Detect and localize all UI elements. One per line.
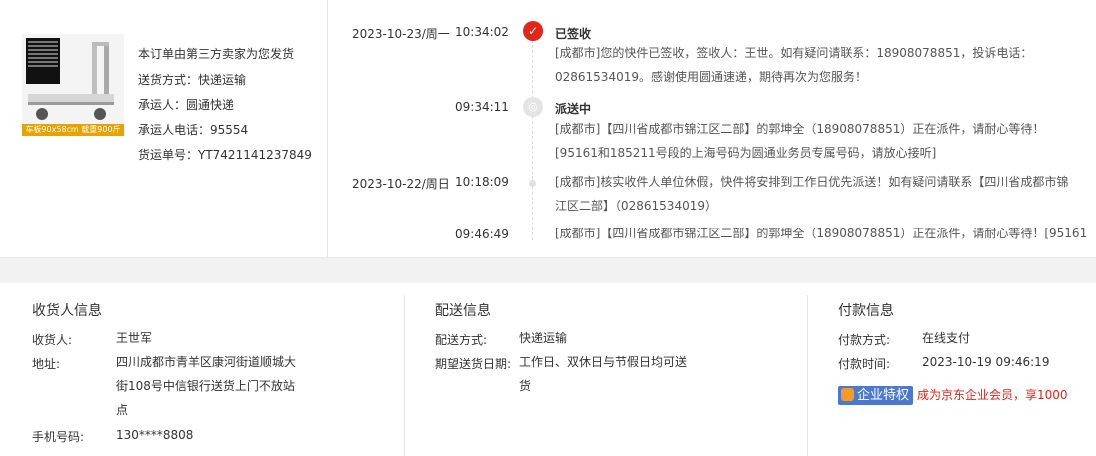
delivery-date-label: 期望送货日期: bbox=[435, 357, 512, 371]
tracking-number: 货运单号：YT7421141237849 bbox=[138, 148, 312, 162]
check-icon: ✓ bbox=[523, 21, 543, 41]
timeline-description: [成都市]核实收件人单位休假，快件将安排到工作日优先派送！如有疑问请联系【四川省… bbox=[555, 175, 1069, 213]
payment-time-label: 付款时间: bbox=[838, 357, 891, 371]
receiver-address: 四川成都市青羊区康河街道顺城大街108号中信银行送货上门不放站点 bbox=[116, 355, 297, 417]
timeline-status: 已签收 bbox=[555, 27, 592, 41]
payment-method-label: 付款方式: bbox=[838, 333, 891, 347]
product-summary: 车板90x58cm 载重900斤 本订单由第三方卖家为您发货 送货方式：快递运输… bbox=[0, 0, 328, 257]
timeline-date: 2023-10-22/周日 bbox=[352, 177, 450, 191]
delivery-date: 工作日、双休日与节假日均可送货 bbox=[519, 355, 688, 393]
enterprise-promo-text[interactable]: 成为京东企业会员，享1000 bbox=[917, 388, 1068, 402]
payment-time: 2023-10-19 09:46:19 bbox=[922, 355, 1050, 369]
timeline-time: 09:34:11 bbox=[455, 100, 509, 114]
timeline-date: 2023-10-23/周一 bbox=[352, 27, 450, 41]
product-image[interactable]: 车板90x58cm 载重900斤 bbox=[22, 34, 124, 136]
timeline-time: 10:18:09 bbox=[455, 175, 509, 189]
receiver-phone: 130****8808 bbox=[116, 428, 194, 442]
enterprise-badge[interactable]: 企业特权 bbox=[838, 386, 914, 405]
timeline-connector bbox=[532, 40, 534, 240]
receiver-address-label: 地址: bbox=[32, 357, 61, 371]
carrier-name: 承运人：圆通快递 bbox=[138, 98, 235, 112]
column-divider bbox=[404, 295, 405, 456]
enterprise-promo[interactable]: 企业特权 成为京东企业会员，享1000 bbox=[838, 386, 1096, 408]
order-tracking-panel: 车板90x58cm 载重900斤 本订单由第三方卖家为您发货 送货方式：快递运输… bbox=[0, 0, 1096, 258]
timeline-time: 10:34:02 bbox=[455, 25, 509, 39]
timeline-status: 派送中 bbox=[555, 102, 592, 116]
shipping-method: 送货方式：快递运输 bbox=[138, 73, 247, 87]
receiver-name-label: 收货人: bbox=[32, 333, 73, 347]
receiver-name: 王世军 bbox=[116, 331, 153, 345]
receiver-phone-label: 手机号码: bbox=[32, 430, 85, 444]
timeline-time: 09:46:49 bbox=[455, 228, 509, 240]
payment-section-title: 付款信息 bbox=[838, 303, 894, 319]
column-divider bbox=[807, 295, 808, 456]
delivery-method: 快递运输 bbox=[519, 331, 568, 345]
payment-method: 在线支付 bbox=[922, 331, 971, 345]
seller-note: 本订单由第三方卖家为您发货 bbox=[138, 47, 295, 61]
timeline-description: [成都市]【四川省成都市锦江区二部】的郭坤全（18908078851）正在派件，… bbox=[555, 228, 1088, 240]
timeline-clip: 09:46:49 [成都市]【四川省成都市锦江区二部】的郭坤全（18908078… bbox=[330, 228, 1090, 240]
product-image-caption: 车板90x58cm 载重900斤 bbox=[22, 124, 124, 136]
gift-icon bbox=[841, 388, 854, 401]
cart-icon bbox=[28, 42, 114, 120]
delivery-method-label: 配送方式: bbox=[435, 333, 488, 347]
timeline-description: [成都市]您的快件已签收，签收人：王世。如有疑问请联系：18908078851，… bbox=[555, 46, 1033, 84]
delivery-icon: ◎ bbox=[523, 97, 543, 117]
carrier-phone: 承运人电话：95554 bbox=[138, 123, 249, 137]
timeline-description: [成都市]【四川省成都市锦江区二部】的郭坤全（18908078851）正在派件，… bbox=[555, 122, 1045, 160]
timeline-dot bbox=[529, 180, 536, 187]
delivery-section-title: 配送信息 bbox=[435, 303, 491, 319]
receiver-section-title: 收货人信息 bbox=[32, 303, 102, 319]
enterprise-badge-label: 企业特权 bbox=[857, 388, 910, 403]
